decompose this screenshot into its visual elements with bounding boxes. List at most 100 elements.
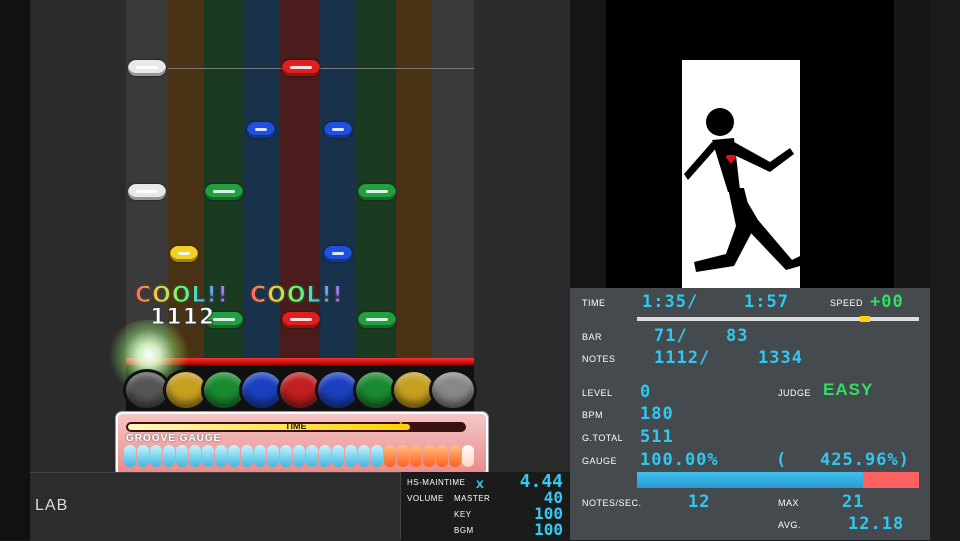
gauge-segment — [150, 445, 162, 467]
gauge-segment — [462, 445, 474, 467]
gauge-segment — [384, 445, 396, 467]
gauge-segment — [345, 445, 357, 467]
gauge-segment — [306, 445, 318, 467]
gauge-segment — [202, 445, 214, 467]
note-blue — [324, 246, 352, 262]
note-red — [282, 60, 320, 76]
bar-current: 71/ — [654, 326, 688, 346]
judge-label: JUDGE — [778, 388, 812, 398]
bar-line — [168, 68, 474, 69]
key-button-6 — [356, 372, 396, 408]
time-label: TIME — [285, 421, 307, 431]
avg-label: AVG. — [778, 520, 801, 530]
key-button-5 — [318, 372, 358, 408]
note-green — [358, 184, 396, 200]
notes-per-sec-label: NOTES/SEC. — [582, 498, 642, 508]
music-note-icon: ♪ — [396, 416, 404, 433]
key-button-3 — [242, 372, 282, 408]
gauge-segment — [449, 445, 461, 467]
gauge-segment — [124, 445, 136, 467]
notes-total: 1334 — [758, 348, 803, 368]
bpm-label: BPM — [582, 410, 604, 420]
gauge-segment — [423, 445, 435, 467]
gauge-segment — [241, 445, 253, 467]
gauge-segment — [137, 445, 149, 467]
bpm-value: 180 — [640, 404, 674, 424]
footer-area — [30, 472, 400, 541]
bar-label: BAR — [582, 332, 603, 342]
note-yellow — [170, 246, 198, 262]
note-red — [282, 312, 320, 328]
time-label: TIME — [582, 298, 606, 308]
bar-total: 83 — [726, 326, 749, 346]
gauge-segment — [267, 445, 279, 467]
gauge-segment — [176, 445, 188, 467]
level-label: LEVEL — [582, 388, 613, 398]
avg-value: 12.18 — [848, 514, 905, 534]
volume-label: VOLUME — [407, 494, 444, 503]
time-total: 1:57 — [744, 292, 789, 312]
key-button-7 — [394, 372, 434, 408]
gauge-segment — [358, 445, 370, 467]
gauge-segment — [371, 445, 383, 467]
speed-value: +00 — [870, 292, 904, 312]
gauge-segment — [189, 445, 201, 467]
note-green — [205, 184, 243, 200]
lane-8 — [432, 0, 474, 360]
notes-per-sec-value: 12 — [688, 492, 711, 512]
gauge-segment — [332, 445, 344, 467]
gauge-segment — [410, 445, 422, 467]
notes-label: NOTES — [582, 354, 616, 364]
time-current: 1:35/ — [642, 292, 699, 312]
hs-label: HS-MAINTIME — [407, 478, 466, 487]
groove-gauge-label: GROOVE GAUGE — [126, 433, 222, 444]
lab-label: LAB — [35, 497, 69, 514]
judge-rank-value: EASY — [823, 380, 874, 399]
bgm-volume: 100 — [534, 520, 563, 539]
time-bar-fill — [128, 424, 410, 430]
gtotal-value: 511 — [640, 427, 674, 447]
gauge-segment — [293, 445, 305, 467]
hs-multiplier: x — [476, 475, 484, 491]
note-green — [358, 312, 396, 328]
key-button-1 — [166, 372, 206, 408]
gauge-segment — [228, 445, 240, 467]
running-figure-icon — [684, 108, 800, 272]
groove-gauge — [124, 445, 478, 469]
gauge-value: 100.00% — [640, 450, 719, 470]
song-progress-bar — [637, 317, 919, 321]
note-white — [128, 60, 166, 76]
right-border — [930, 0, 960, 540]
speed-label: SPEED — [830, 298, 864, 308]
gauge-ext-value: 425.96%) — [820, 450, 910, 470]
note-blue — [247, 122, 275, 138]
lane-7 — [396, 0, 432, 360]
master-label: MASTER — [454, 494, 491, 503]
note-blue — [324, 122, 352, 138]
gauge-ext-open: ( — [776, 450, 788, 470]
level-value: 0 — [640, 382, 652, 402]
key-button-4 — [280, 372, 320, 408]
lane-6 — [356, 0, 396, 360]
turntable-button — [126, 372, 168, 408]
gauge-label: GAUGE — [582, 456, 618, 466]
left-border — [0, 0, 30, 540]
gauge-segment — [397, 445, 409, 467]
key-button-8 — [432, 372, 474, 408]
gauge-segment — [436, 445, 448, 467]
judge-text-right: COOL!! — [250, 283, 344, 309]
max-label: MAX — [778, 498, 800, 508]
max-value: 21 — [842, 492, 865, 512]
gauge-segment — [319, 445, 331, 467]
song-progress-marker — [860, 316, 870, 322]
key-button-2 — [204, 372, 244, 408]
gauge-segment — [254, 445, 266, 467]
notes-current: 1112/ — [654, 348, 711, 368]
gtotal-label: G.TOTAL — [582, 433, 624, 443]
gauge-bar-fill — [637, 472, 863, 488]
bgm-label: BGM — [454, 526, 474, 535]
gauge-segment — [215, 445, 227, 467]
gauge-segment — [163, 445, 175, 467]
gauge-segment — [280, 445, 292, 467]
key-label: KEY — [454, 510, 472, 519]
